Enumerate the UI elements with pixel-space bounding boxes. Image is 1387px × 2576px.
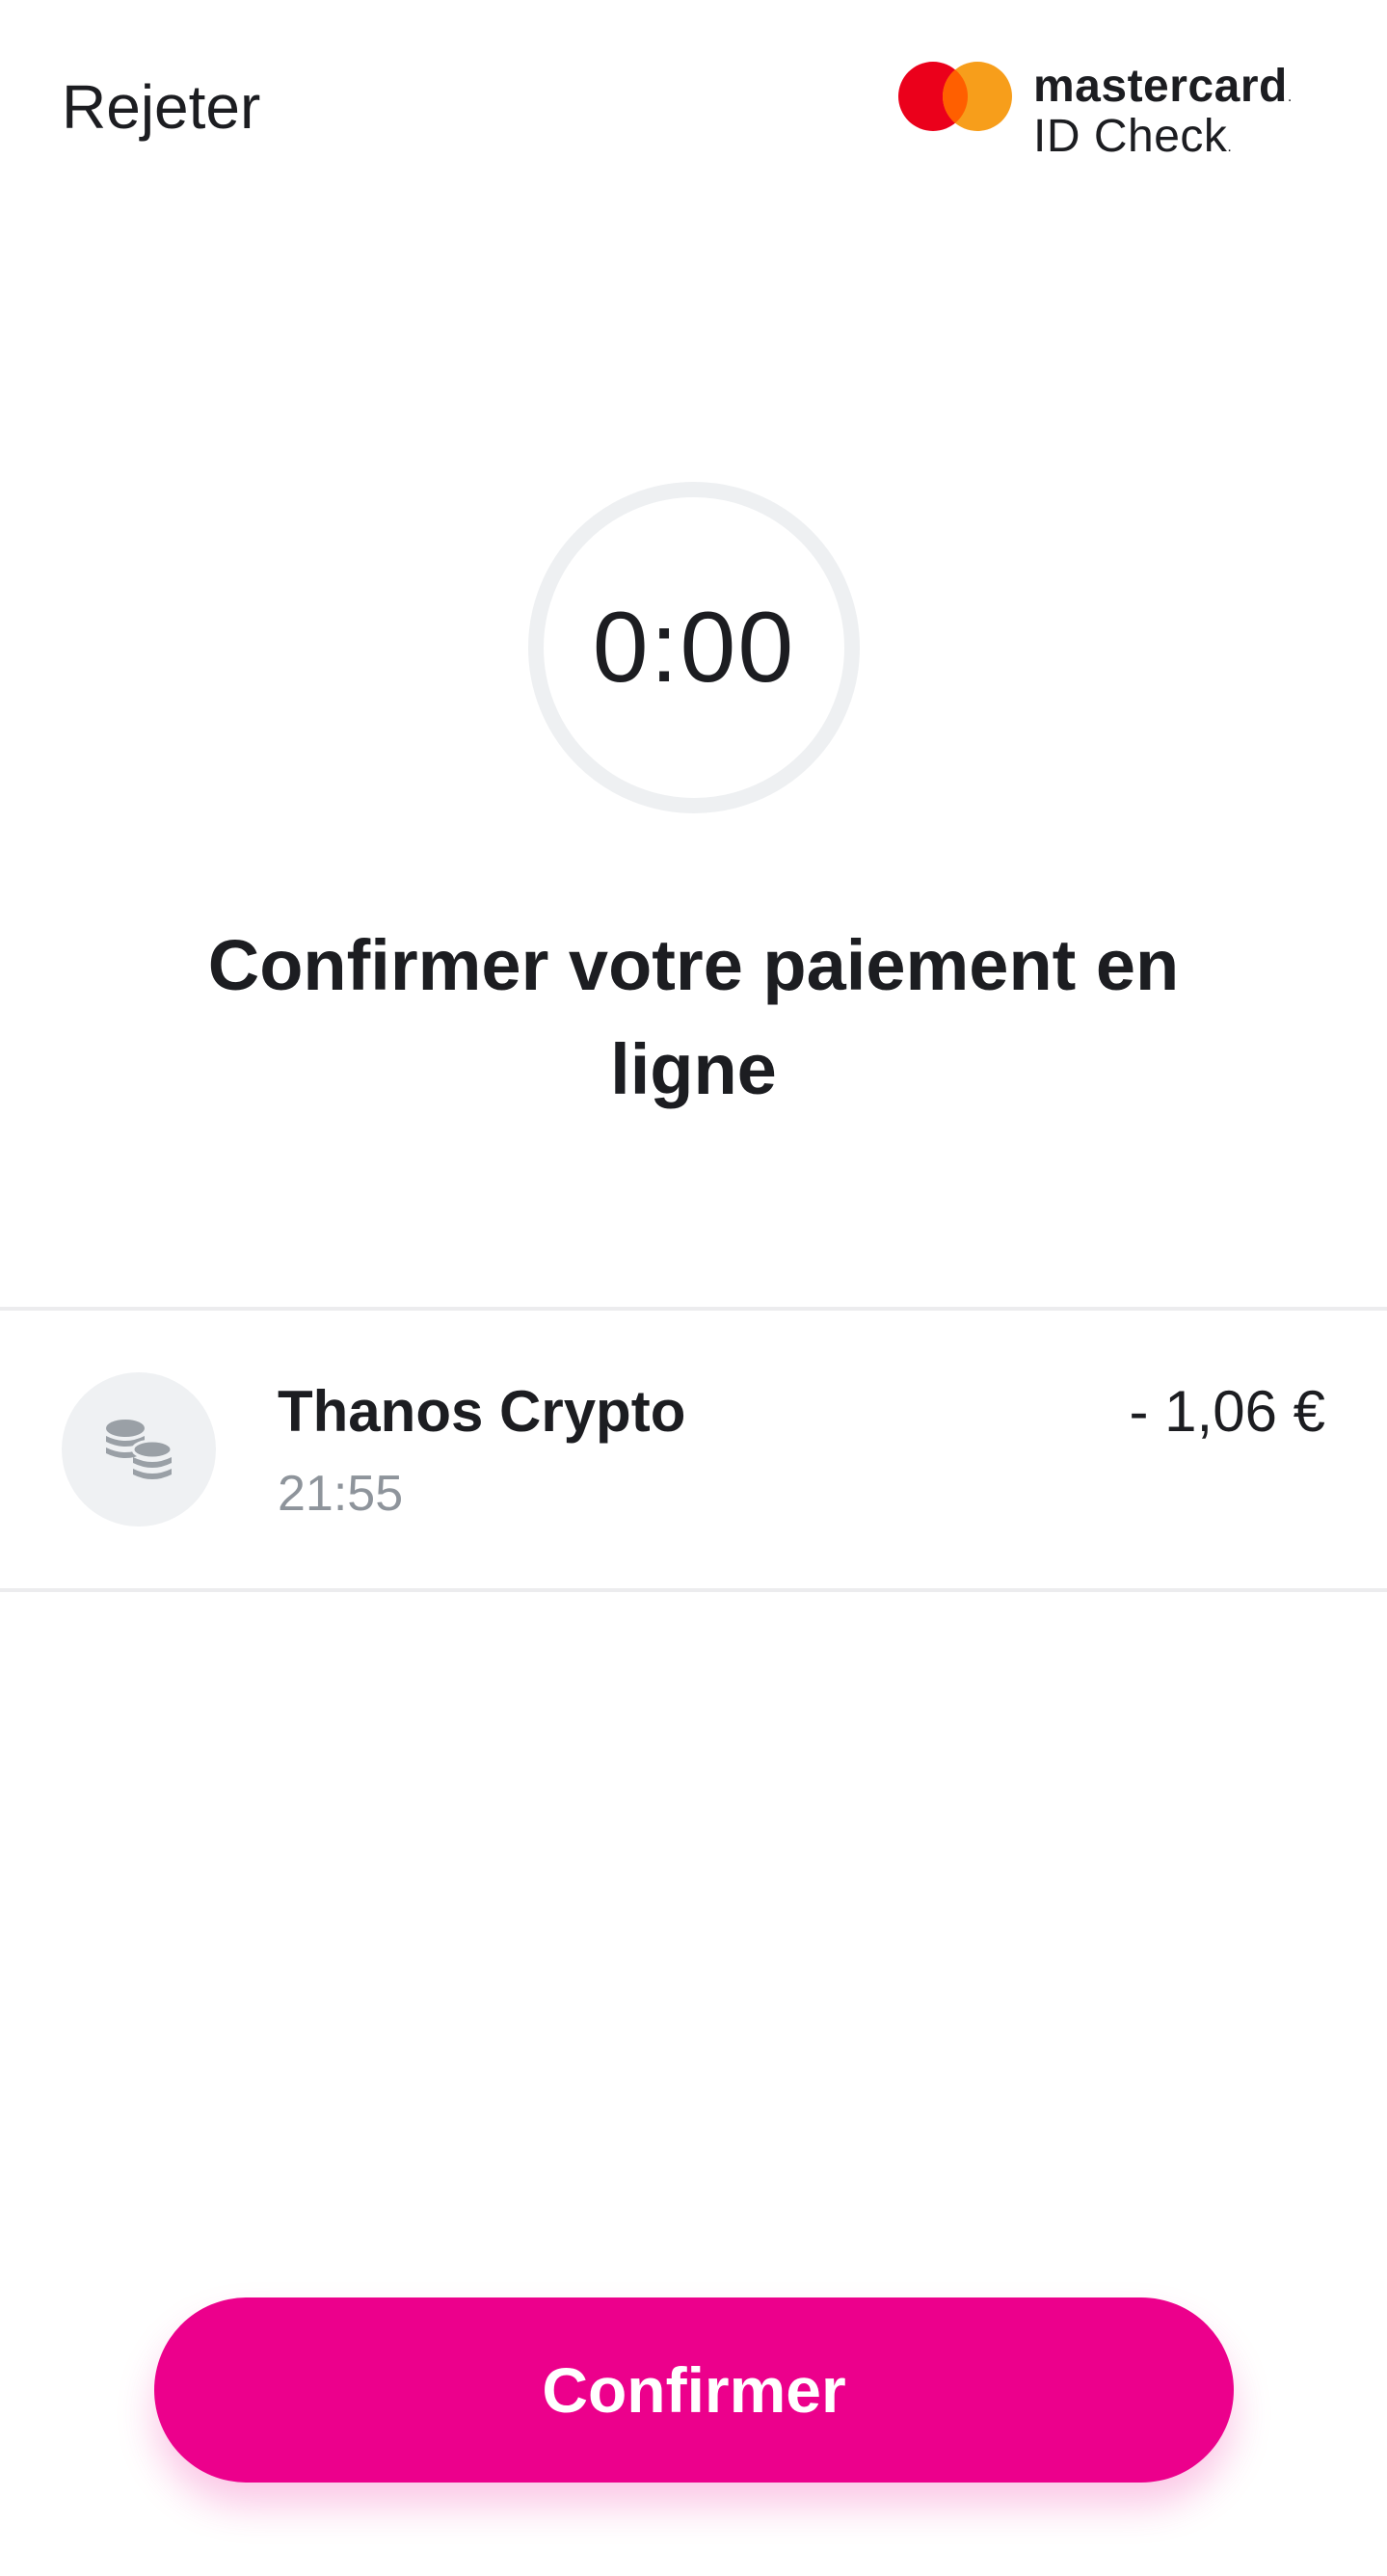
transaction-time: 21:55 (278, 1466, 404, 1522)
mastercard-circles-icon (898, 62, 1012, 131)
merchant-avatar (62, 1372, 216, 1527)
reject-button[interactable]: Rejeter (62, 71, 260, 143)
merchant-name: Thanos Crypto (278, 1379, 686, 1444)
mastercard-wordmark: mastercard. (1033, 61, 1293, 112)
confirm-button[interactable]: Confirmer (154, 2297, 1234, 2483)
payment-confirmation-screen: Rejeter mastercard. ID Check. 0:00 Confi… (0, 0, 1387, 2576)
id-check-wordmark: ID Check. (1033, 111, 1233, 162)
coins-icon (106, 1420, 173, 1479)
page-title: Confirmer votre paiement en ligne (207, 925, 1180, 1109)
timer-value: 0:00 (592, 591, 796, 704)
divider (0, 1588, 1387, 1592)
countdown-timer: 0:00 (528, 482, 860, 813)
transaction-row: Thanos Crypto 21:55 - 1,06 € (0, 1311, 1387, 1588)
mastercard-id-check-logo: mastercard. ID Check. (896, 56, 1301, 170)
transaction-amount: - 1,06 € (1129, 1379, 1325, 1444)
confirm-button-label: Confirmer (542, 2354, 846, 2426)
